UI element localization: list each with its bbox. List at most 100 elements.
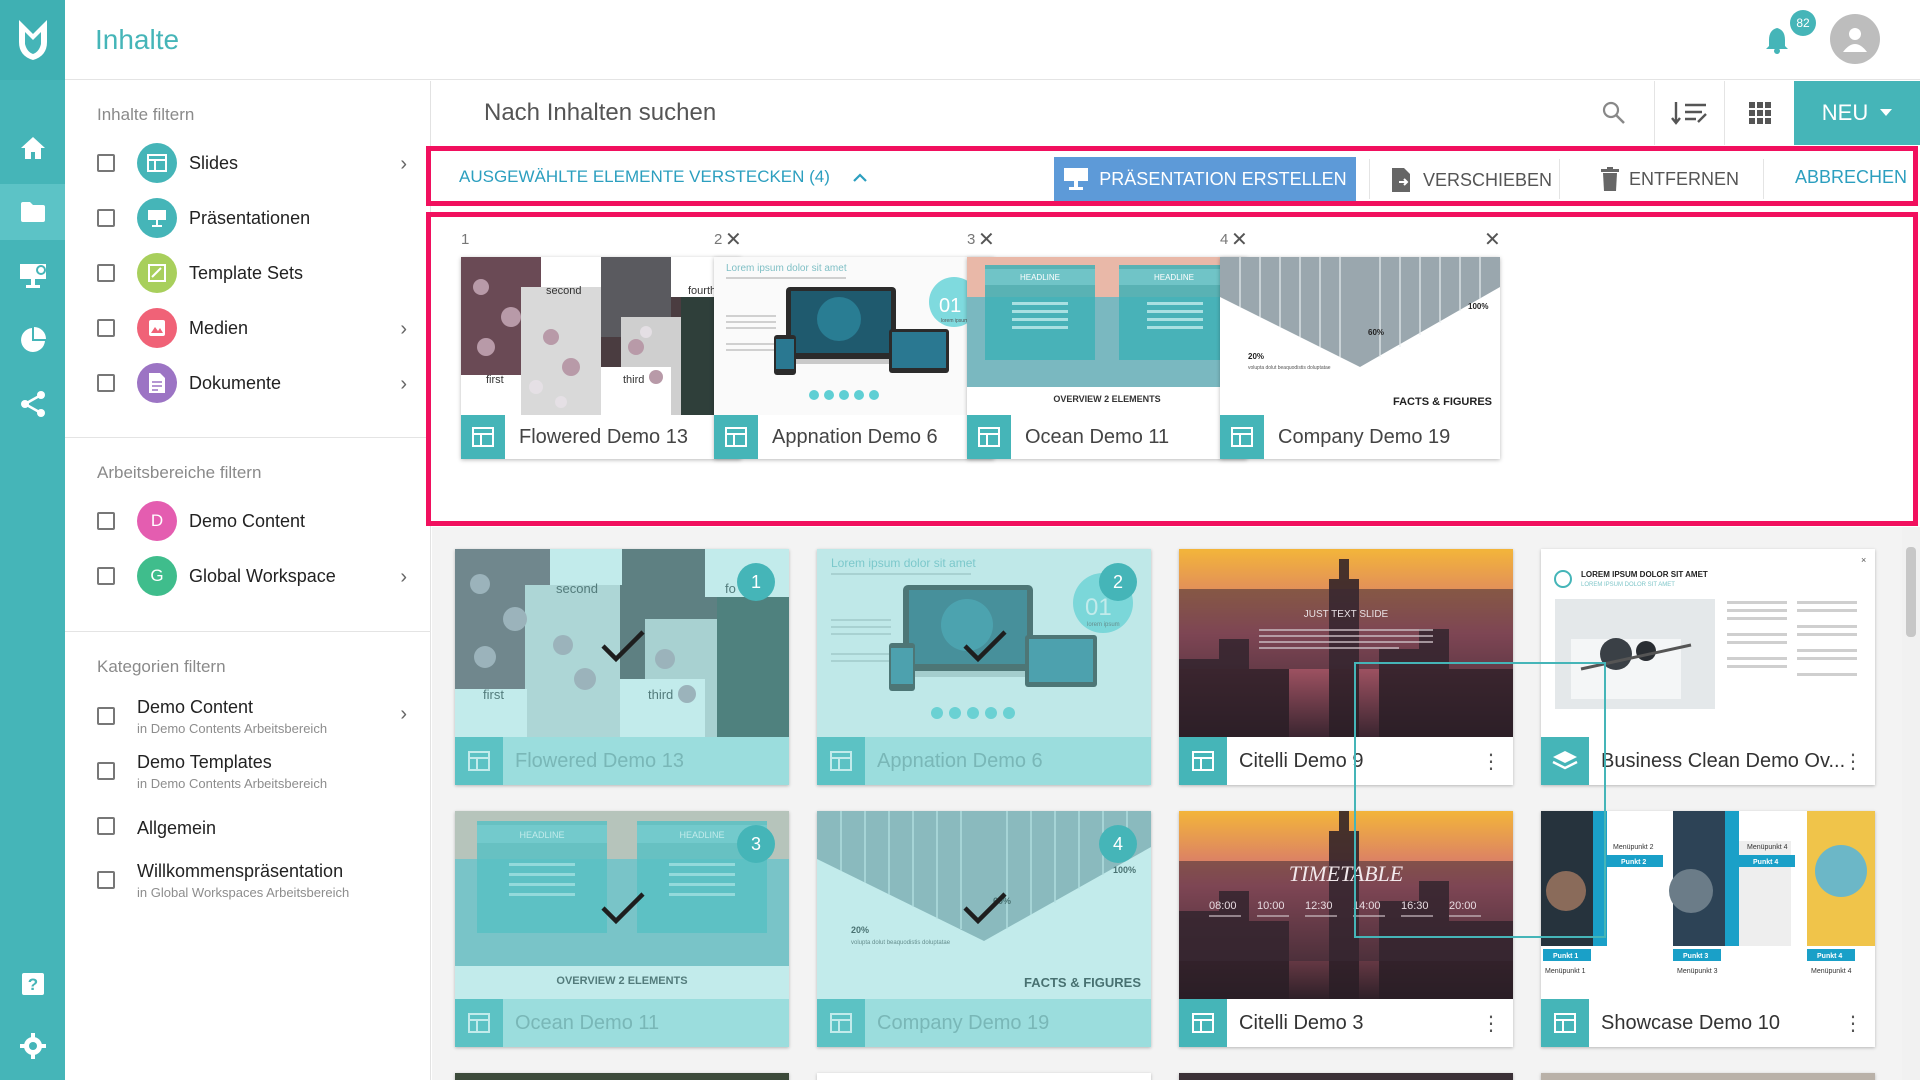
analytics-icon[interactable] — [0, 312, 65, 368]
category-sub: in Demo Contents Arbeitsbereich — [137, 776, 328, 791]
close-icon[interactable]: ✕ — [1231, 227, 1248, 252]
category-label: Willkommenspräsentation — [137, 861, 344, 881]
checkbox[interactable] — [97, 512, 115, 530]
checkbox[interactable] — [97, 209, 115, 227]
thumb-text: FACTS & FIGURES — [1393, 396, 1492, 408]
search-input[interactable]: Nach Inhalten suchen — [484, 99, 716, 127]
filter-label: Präsentationen — [189, 207, 311, 228]
selection-badge: 4 — [1099, 825, 1137, 863]
filter-item-global-workspace[interactable]: G Global Workspace › — [97, 556, 407, 596]
thumb-text: volupta dolut beaquodistis doluptatae — [1248, 365, 1331, 371]
filter-item-documents[interactable]: Dokumente › — [97, 363, 407, 403]
checkbox[interactable] — [97, 319, 115, 337]
selected-card[interactable]: 100% 60% 20% volupta dolut beaquodistis … — [1220, 257, 1500, 459]
more-options-icon[interactable]: ⋮ — [1843, 1011, 1863, 1036]
hide-selected-label: AUSGEWÄHLTE ELEMENTE VERSTECKEN (4) — [459, 167, 830, 186]
checkbox[interactable] — [97, 374, 115, 392]
content-card[interactable]: second fo first third Flowered Demo 13 1 — [455, 549, 789, 785]
checkbox[interactable] — [97, 762, 115, 780]
filter-item-presentations[interactable]: Präsentationen — [97, 198, 407, 238]
slide-type-icon — [714, 415, 758, 459]
grid-view-icon[interactable] — [1724, 81, 1794, 145]
filter-label: Slides — [189, 152, 239, 173]
thumb-text: Menüpunkt 4 — [1747, 844, 1788, 851]
svg-text:?: ? — [27, 975, 37, 994]
new-button[interactable]: NEU — [1794, 81, 1920, 145]
checkbox[interactable] — [97, 154, 115, 172]
slides-icon — [137, 143, 177, 183]
app-logo[interactable] — [0, 0, 65, 80]
checkbox[interactable] — [97, 264, 115, 282]
selection-badge: 3 — [737, 825, 775, 863]
selected-card[interactable]: Lorem ipsum dolor sit amet 01 lorem ipsu… — [714, 257, 994, 459]
slide-thumbnail: second fourth first third — [461, 257, 741, 415]
chevron-right-icon[interactable]: › — [400, 373, 407, 396]
more-options-icon[interactable]: ⋮ — [1843, 749, 1863, 774]
more-options-icon[interactable]: ⋮ — [1481, 1011, 1501, 1036]
category-item[interactable]: Demo Content in Demo Contents Arbeitsber… — [97, 693, 407, 745]
divider — [65, 437, 431, 438]
chevron-right-icon[interactable]: › — [400, 318, 407, 341]
sort-icon[interactable] — [1654, 81, 1724, 145]
checkbox[interactable] — [97, 707, 115, 725]
close-icon: × — [1861, 555, 1866, 565]
bell-icon[interactable] — [1765, 26, 1789, 59]
category-item[interactable]: Willkommenspräsentation in Global Worksp… — [97, 857, 407, 909]
hide-selected-button[interactable]: AUSGEWÄHLTE ELEMENTE VERSTECKEN (4) — [459, 167, 867, 187]
category-item[interactable]: Allgemein — [97, 803, 407, 855]
slide-thumbnail: 100% 60% 20% volupta dolut beaquodistis … — [1220, 257, 1500, 415]
content-card[interactable]: Lorem ipsum dolor sit amet 01 lorem ipsu… — [817, 549, 1151, 785]
chevron-right-icon[interactable]: › — [400, 566, 407, 589]
content-card[interactable] — [817, 1073, 1151, 1080]
category-item[interactable]: Demo Templates in Demo Contents Arbeitsb… — [97, 748, 407, 800]
chevron-right-icon[interactable]: › — [400, 153, 407, 176]
checkbox[interactable] — [97, 817, 115, 835]
document-icon — [137, 363, 177, 403]
create-presentation-button[interactable]: PRÄSENTATION ERSTELLEN — [1054, 157, 1356, 201]
close-icon[interactable]: ✕ — [1484, 227, 1501, 252]
home-icon[interactable] — [0, 120, 65, 176]
thumb-text: LOREM IPSUM DOLOR SIT AMET — [1581, 582, 1675, 588]
checkmark-icon — [963, 892, 1007, 925]
checkmark-icon — [963, 630, 1007, 663]
page-title: Inhalte — [95, 24, 180, 55]
thumb-text: 10:00 — [1257, 900, 1285, 912]
thumb-text: Lorem ipsum dolor sit amet — [726, 263, 847, 274]
filter-item-demo-content[interactable]: D Demo Content — [97, 501, 407, 541]
chevron-right-icon[interactable]: › — [400, 703, 407, 726]
help-icon[interactable]: ? — [0, 956, 65, 1012]
presentation-icon[interactable] — [0, 248, 65, 304]
avatar[interactable] — [1830, 14, 1880, 64]
search-icon[interactable] — [1602, 101, 1626, 130]
filter-item-media[interactable]: Medien › — [97, 308, 407, 348]
close-icon[interactable]: ✕ — [978, 227, 995, 252]
move-file-icon — [1392, 168, 1410, 192]
scrollbar[interactable] — [1902, 527, 1920, 1080]
content-card[interactable] — [1541, 1073, 1875, 1080]
move-button[interactable]: VERSCHIEBEN — [1391, 167, 1552, 193]
checkbox[interactable] — [97, 871, 115, 889]
filter-item-slides[interactable]: Slides › — [97, 143, 407, 183]
scrollbar-thumb[interactable] — [1906, 547, 1916, 637]
thumb-text: 08:00 — [1209, 900, 1237, 912]
media-icon — [137, 308, 177, 348]
content-card[interactable] — [455, 1073, 789, 1080]
close-icon[interactable]: ✕ — [725, 227, 742, 252]
checkbox[interactable] — [97, 567, 115, 585]
card-title: Flowered Demo 13 — [519, 425, 688, 448]
selected-card[interactable]: second fourth first third Flowered Demo … — [461, 257, 741, 459]
settings-icon[interactable] — [0, 1018, 65, 1074]
thumb-text: Menüpunkt 3 — [1677, 968, 1718, 975]
separator — [1559, 159, 1560, 199]
filter-item-template-sets[interactable]: Template Sets — [97, 253, 407, 293]
remove-button[interactable]: ENTFERNEN — [1601, 167, 1739, 191]
cancel-button[interactable]: ABBRECHEN — [1795, 167, 1907, 188]
selected-card[interactable]: HEADLINE HEADLINE OVERVIEW 2 ELEMENTS Oc… — [967, 257, 1247, 459]
content-card[interactable]: HEADLINE HEADLINE OVERVIEW 2 ELEMENTS Oc… — [455, 811, 789, 1047]
thumb-text: Punkt 3 — [1683, 953, 1708, 960]
content-card[interactable]: 100% 60% 20% volupta dolut beaquodistis … — [817, 811, 1151, 1047]
content-card[interactable] — [1179, 1073, 1513, 1080]
card-footer: Citelli Demo 3 ⋮ — [1179, 999, 1513, 1047]
share-icon[interactable] — [0, 376, 65, 432]
folder-icon[interactable] — [0, 184, 65, 240]
